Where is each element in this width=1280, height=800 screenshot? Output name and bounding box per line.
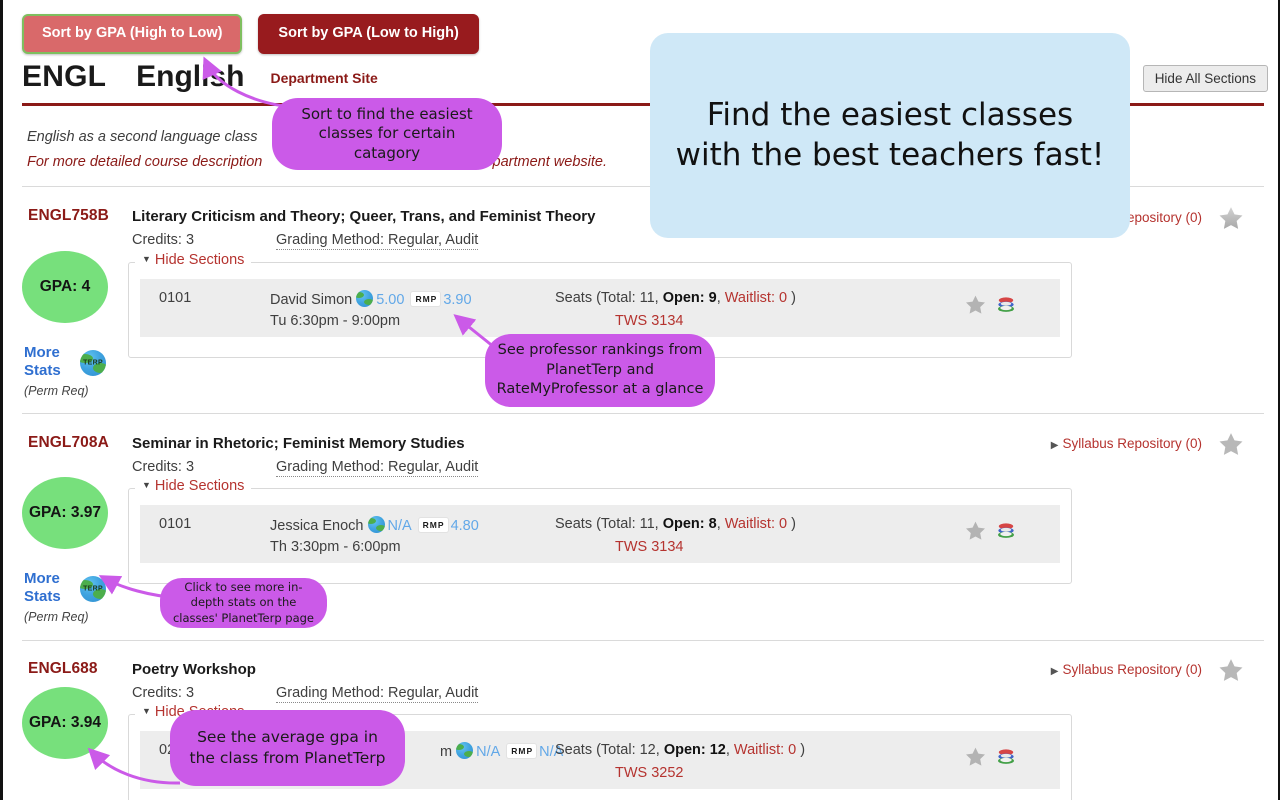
callout-ratings: See professor rankings from PlanetTerp a… <box>485 334 715 407</box>
arrow-gpa <box>87 747 181 785</box>
callout-headline: Find the easiest classes with the best t… <box>650 33 1130 238</box>
callout-gpa: See the average gpa in the class from Pl… <box>170 710 405 786</box>
callout-more-stats: Click to see more in-depth stats on the … <box>160 578 327 628</box>
callout-sort: Sort to find the easiest classes for cer… <box>272 98 502 170</box>
